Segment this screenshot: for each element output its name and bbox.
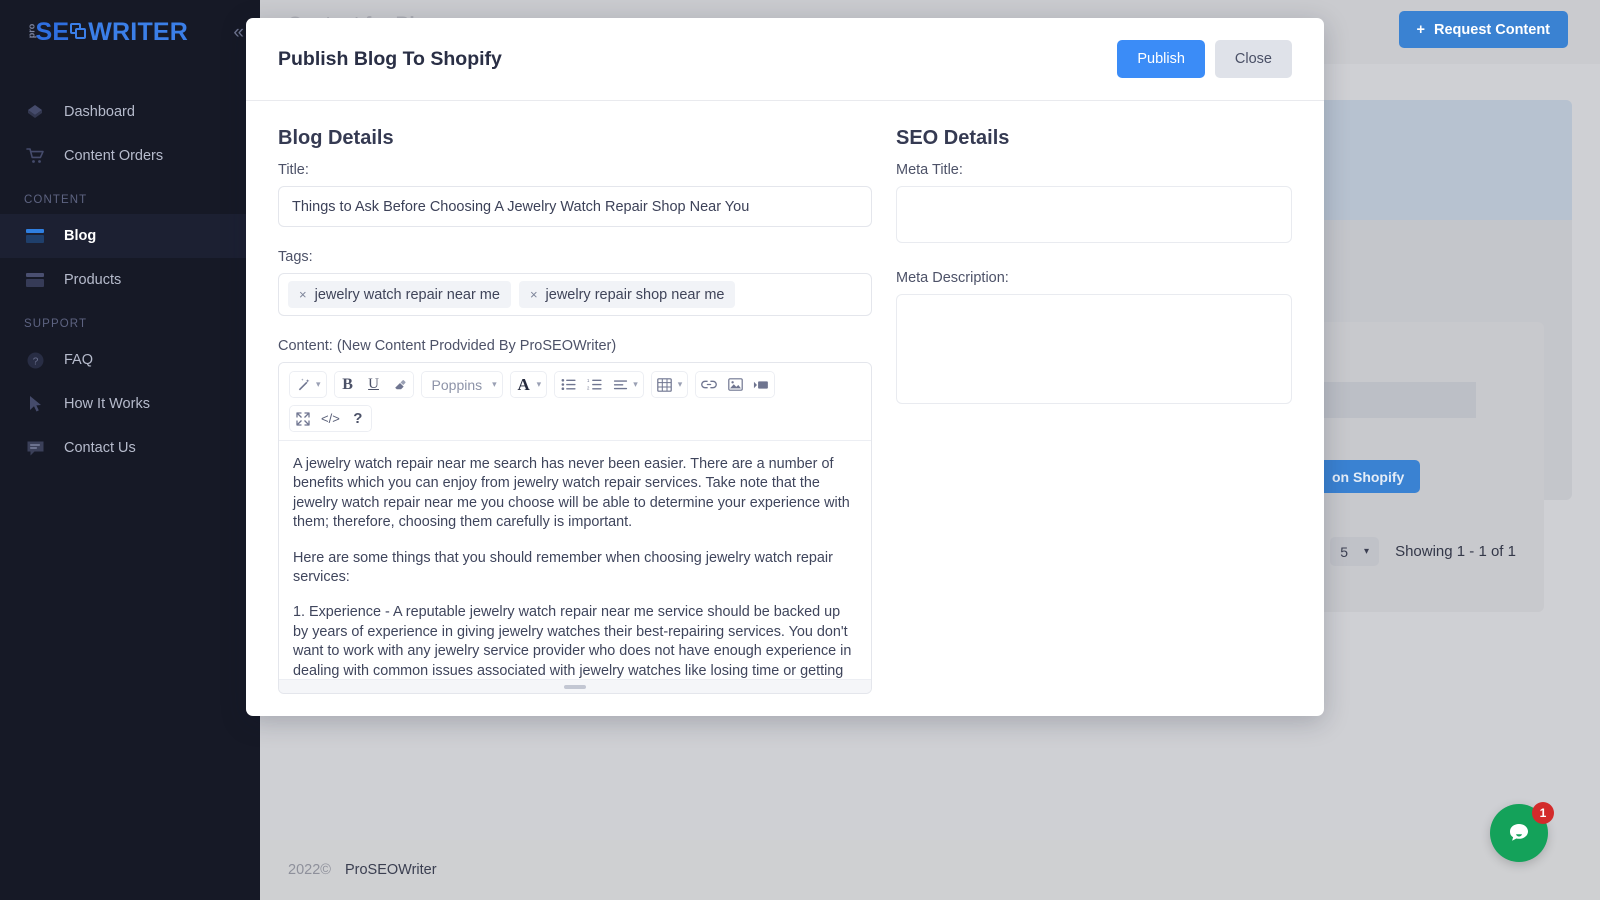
image-icon[interactable]: [722, 372, 749, 397]
chevron-down-icon[interactable]: ▾: [678, 379, 688, 390]
chevron-down-icon[interactable]: ▾: [316, 379, 326, 390]
svg-text:2: 2: [587, 386, 590, 391]
toolbar-group-table: ▾: [650, 371, 689, 398]
meta-title-label: Meta Title:: [896, 162, 963, 178]
bullet-list-icon[interactable]: [555, 372, 582, 397]
tag-chip[interactable]: × jewelry repair shop near me: [518, 281, 736, 308]
meta-description-input[interactable]: [896, 294, 1292, 404]
meta-title-input[interactable]: [896, 186, 1292, 243]
svg-text:1: 1: [587, 378, 590, 383]
modal-title: Publish Blog To Shopify: [278, 47, 502, 70]
tag-label: jewelry repair shop near me: [545, 286, 725, 303]
underline-button[interactable]: U: [360, 372, 387, 397]
chevron-down-icon[interactable]: ▾: [492, 379, 502, 390]
tag-label: jewelry watch repair near me: [314, 286, 500, 303]
chevron-down-icon[interactable]: ▾: [633, 379, 643, 390]
chevron-down-icon[interactable]: ▾: [537, 379, 547, 390]
tag-chip[interactable]: × jewelry watch repair near me: [288, 281, 511, 308]
modal-header: Publish Blog To Shopify Publish Close: [246, 18, 1324, 101]
rich-text-editor: ▾ B U Poppins ▾ A ▾ 1 2 ▾ ▾ </> ? A jewe…: [278, 362, 872, 694]
toolbar-group-tools: </> ?: [289, 405, 372, 432]
align-icon[interactable]: [607, 372, 634, 397]
tags-input[interactable]: × jewelry watch repair near me × jewelry…: [278, 273, 872, 316]
editor-paragraph: 1. Experience - A reputable jewelry watc…: [293, 604, 852, 679]
resize-grip-icon[interactable]: [564, 684, 586, 689]
editor-paragraph: Here are some things that you should rem…: [293, 549, 833, 586]
table-icon[interactable]: [651, 372, 678, 397]
title-input[interactable]: [278, 186, 872, 227]
modal-body: Blog Details Title: Tags: × jewelry watc…: [246, 101, 1324, 694]
editor-toolbar: ▾ B U Poppins ▾ A ▾ 1 2 ▾ ▾ </> ?: [279, 363, 871, 441]
editor-paragraph: A jewelry watch repair near me search ha…: [293, 456, 850, 531]
bold-button[interactable]: B: [334, 372, 361, 397]
close-button[interactable]: Close: [1214, 40, 1292, 78]
modal-overlay: Publish Blog To Shopify Publish Close Bl…: [0, 0, 1600, 900]
link-icon[interactable]: [696, 372, 723, 397]
content-label: Content: (New Content Prodvided By ProSE…: [278, 338, 617, 354]
toolbar-group-font: Poppins ▾: [420, 371, 503, 398]
toolbar-group-insert: [695, 371, 776, 398]
tag-remove-icon[interactable]: ×: [530, 288, 538, 301]
blog-details-column: Blog Details Title: Tags: × jewelry watc…: [278, 127, 872, 694]
toolbar-group-text-color: A ▾: [509, 371, 548, 398]
publish-button[interactable]: Publish: [1117, 40, 1205, 78]
font-family-select[interactable]: Poppins: [421, 372, 493, 397]
source-code-button[interactable]: </>: [316, 406, 345, 431]
modal-actions: Publish Close: [1117, 40, 1292, 78]
numbered-list-icon[interactable]: 12: [581, 372, 608, 397]
help-button[interactable]: ?: [344, 406, 371, 431]
eraser-icon[interactable]: [386, 372, 413, 397]
editor-resize-bar[interactable]: [279, 679, 871, 693]
magic-wand-icon[interactable]: [290, 372, 316, 397]
toolbar-group-lists: 12 ▾: [554, 371, 644, 398]
meta-description-label: Meta Description:: [896, 270, 1009, 286]
toolbar-group-magic: ▾: [289, 371, 327, 398]
publish-blog-modal: Publish Blog To Shopify Publish Close Bl…: [246, 18, 1324, 716]
blog-details-heading: Blog Details: [278, 127, 394, 149]
tags-label: Tags:: [278, 249, 313, 265]
video-icon[interactable]: [748, 372, 775, 397]
toolbar-group-format: B U: [333, 371, 414, 398]
seo-details-heading: SEO Details: [896, 127, 1010, 149]
text-color-button[interactable]: A: [510, 372, 537, 397]
app-root: pro SE WRITER « Dashboard Content Orders…: [0, 0, 1600, 900]
seo-details-column: SEO Details Meta Title: Meta Description…: [872, 127, 1292, 694]
tag-remove-icon[interactable]: ×: [299, 288, 307, 301]
editor-content[interactable]: A jewelry watch repair near me search ha…: [279, 441, 871, 679]
fullscreen-icon[interactable]: [290, 406, 316, 431]
title-label: Title:: [278, 162, 309, 178]
